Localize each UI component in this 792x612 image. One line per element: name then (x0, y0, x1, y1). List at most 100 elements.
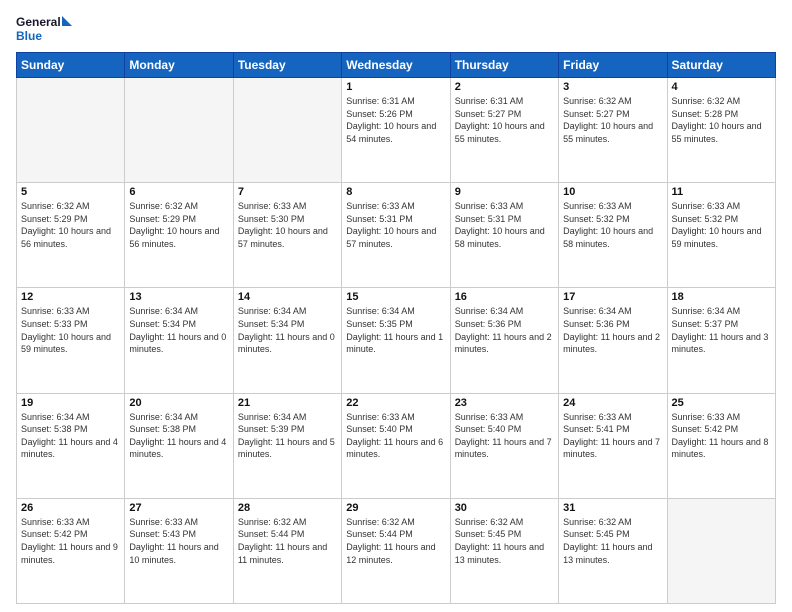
cell-date: 17 (563, 291, 662, 303)
cell-info: Sunrise: 6:33 AM Sunset: 5:32 PM Dayligh… (563, 200, 662, 250)
calendar-cell: 21Sunrise: 6:34 AM Sunset: 5:39 PM Dayli… (233, 393, 341, 498)
cell-date: 22 (346, 397, 445, 409)
calendar-cell (233, 78, 341, 183)
calendar-cell: 4 Sunrise: 6:32 AM Sunset: 5:28 PM Daylig… (667, 78, 775, 183)
cell-date: 4 (672, 81, 771, 93)
calendar-cell: 19 Sunrise: 6:34 AM Sunset: 5:38 PM Dayli… (17, 393, 125, 498)
cell-date: 11 (672, 186, 771, 198)
calendar-cell: 7Sunrise: 6:33 AM Sunset: 5:30 PM Daylig… (233, 183, 341, 288)
calendar-cell: 30 Sunrise: 6:32 AM Sunset: 5:45 PM Dayli… (450, 498, 558, 603)
cell-info: Sunrise: 6:33 AM Sunset: 5:32 PM Dayligh… (672, 200, 771, 250)
day-header-thursday: Thursday (450, 53, 558, 78)
week-row-2: 5 Sunrise: 6:32 AM Sunset: 5:29 PM Daylig… (17, 183, 776, 288)
calendar-cell: 13 Sunrise: 6:34 AM Sunset: 5:34 PM Dayli… (125, 288, 233, 393)
logo-svg: GeneralBlue (16, 12, 76, 46)
cell-info: Sunrise: 6:32 AM Sunset: 5:27 PM Dayligh… (563, 95, 662, 145)
cell-date: 14 (238, 291, 337, 303)
calendar-cell (17, 78, 125, 183)
logo: GeneralBlue (16, 12, 76, 46)
cell-date: 7 (238, 186, 337, 198)
cell-date: 1 (346, 81, 445, 93)
cell-date: 18 (672, 291, 771, 303)
cell-date: 31 (563, 502, 662, 514)
cell-date: 13 (129, 291, 228, 303)
cell-info: Sunrise: 6:34 AM Sunset: 5:38 PM Dayligh… (21, 411, 120, 461)
calendar-cell: 9 Sunrise: 6:33 AM Sunset: 5:31 PM Daylig… (450, 183, 558, 288)
calendar-cell: 18Sunrise: 6:34 AM Sunset: 5:37 PM Dayli… (667, 288, 775, 393)
cell-date: 26 (21, 502, 120, 514)
cell-info: Sunrise: 6:32 AM Sunset: 5:45 PM Dayligh… (455, 516, 554, 566)
cell-date: 2 (455, 81, 554, 93)
calendar-cell: 8 Sunrise: 6:33 AM Sunset: 5:31 PM Daylig… (342, 183, 450, 288)
day-header-sunday: Sunday (17, 53, 125, 78)
day-header-saturday: Saturday (667, 53, 775, 78)
week-row-1: 1 Sunrise: 6:31 AM Sunset: 5:26 PM Daylig… (17, 78, 776, 183)
cell-info: Sunrise: 6:32 AM Sunset: 5:44 PM Dayligh… (238, 516, 337, 566)
day-header-friday: Friday (559, 53, 667, 78)
calendar-cell: 12 Sunrise: 6:33 AM Sunset: 5:33 PM Dayli… (17, 288, 125, 393)
calendar-cell: 24Sunrise: 6:33 AM Sunset: 5:41 PM Dayli… (559, 393, 667, 498)
cell-info: Sunrise: 6:34 AM Sunset: 5:39 PM Dayligh… (238, 411, 337, 461)
calendar-cell: 22Sunrise: 6:33 AM Sunset: 5:40 PM Dayli… (342, 393, 450, 498)
cell-info: Sunrise: 6:31 AM Sunset: 5:27 PM Dayligh… (455, 95, 554, 145)
cell-info: Sunrise: 6:33 AM Sunset: 5:31 PM Dayligh… (346, 200, 445, 250)
cell-info: Sunrise: 6:33 AM Sunset: 5:40 PM Dayligh… (455, 411, 554, 461)
calendar-cell: 26 Sunrise: 6:33 AM Sunset: 5:42 PM Dayli… (17, 498, 125, 603)
header: GeneralBlue (16, 12, 776, 46)
cell-date: 29 (346, 502, 445, 514)
calendar-cell: 27 Sunrise: 6:33 AM Sunset: 5:43 PM Dayli… (125, 498, 233, 603)
cell-date: 23 (455, 397, 554, 409)
cell-date: 3 (563, 81, 662, 93)
cell-info: Sunrise: 6:34 AM Sunset: 5:38 PM Dayligh… (129, 411, 228, 461)
calendar-cell: 28 Sunrise: 6:32 AM Sunset: 5:44 PM Dayli… (233, 498, 341, 603)
week-row-4: 19 Sunrise: 6:34 AM Sunset: 5:38 PM Dayli… (17, 393, 776, 498)
cell-date: 15 (346, 291, 445, 303)
cell-info: Sunrise: 6:33 AM Sunset: 5:42 PM Dayligh… (21, 516, 120, 566)
svg-text:Blue: Blue (16, 29, 42, 43)
calendar-cell: 10 Sunrise: 6:33 AM Sunset: 5:32 PM Dayli… (559, 183, 667, 288)
cell-date: 6 (129, 186, 228, 198)
svg-text:General: General (16, 15, 61, 29)
cell-info: Sunrise: 6:32 AM Sunset: 5:44 PM Dayligh… (346, 516, 445, 566)
cell-info: Sunrise: 6:32 AM Sunset: 5:29 PM Dayligh… (21, 200, 120, 250)
calendar-cell (125, 78, 233, 183)
calendar-cell: 29 Sunrise: 6:32 AM Sunset: 5:44 PM Dayli… (342, 498, 450, 603)
calendar-cell: 1 Sunrise: 6:31 AM Sunset: 5:26 PM Daylig… (342, 78, 450, 183)
cell-info: Sunrise: 6:33 AM Sunset: 5:31 PM Dayligh… (455, 200, 554, 250)
calendar-cell: 2 Sunrise: 6:31 AM Sunset: 5:27 PM Daylig… (450, 78, 558, 183)
cell-date: 19 (21, 397, 120, 409)
calendar-cell: 17Sunrise: 6:34 AM Sunset: 5:36 PM Dayli… (559, 288, 667, 393)
cell-date: 10 (563, 186, 662, 198)
week-row-5: 26 Sunrise: 6:33 AM Sunset: 5:42 PM Dayli… (17, 498, 776, 603)
cell-info: Sunrise: 6:34 AM Sunset: 5:35 PM Dayligh… (346, 305, 445, 355)
calendar-cell: 15 Sunrise: 6:34 AM Sunset: 5:35 PM Dayli… (342, 288, 450, 393)
cell-date: 25 (672, 397, 771, 409)
calendar-cell: 31 Sunrise: 6:32 AM Sunset: 5:45 PM Dayli… (559, 498, 667, 603)
calendar-cell: 25Sunrise: 6:33 AM Sunset: 5:42 PM Dayli… (667, 393, 775, 498)
cell-date: 12 (21, 291, 120, 303)
cell-date: 20 (129, 397, 228, 409)
calendar-cell: 16 Sunrise: 6:34 AM Sunset: 5:36 PM Dayli… (450, 288, 558, 393)
cell-info: Sunrise: 6:33 AM Sunset: 5:41 PM Dayligh… (563, 411, 662, 461)
cell-info: Sunrise: 6:34 AM Sunset: 5:34 PM Dayligh… (129, 305, 228, 355)
calendar-table: SundayMondayTuesdayWednesdayThursdayFrid… (16, 52, 776, 604)
cell-date: 5 (21, 186, 120, 198)
cell-info: Sunrise: 6:33 AM Sunset: 5:33 PM Dayligh… (21, 305, 120, 355)
cell-date: 28 (238, 502, 337, 514)
cell-info: Sunrise: 6:33 AM Sunset: 5:43 PM Dayligh… (129, 516, 228, 566)
cell-info: Sunrise: 6:34 AM Sunset: 5:34 PM Dayligh… (238, 305, 337, 355)
calendar-cell: 5 Sunrise: 6:32 AM Sunset: 5:29 PM Daylig… (17, 183, 125, 288)
cell-date: 16 (455, 291, 554, 303)
cell-info: Sunrise: 6:32 AM Sunset: 5:45 PM Dayligh… (563, 516, 662, 566)
cell-info: Sunrise: 6:34 AM Sunset: 5:36 PM Dayligh… (455, 305, 554, 355)
calendar-cell: 20 Sunrise: 6:34 AM Sunset: 5:38 PM Dayli… (125, 393, 233, 498)
cell-date: 30 (455, 502, 554, 514)
cell-info: Sunrise: 6:32 AM Sunset: 5:28 PM Dayligh… (672, 95, 771, 145)
calendar-cell (667, 498, 775, 603)
cell-date: 9 (455, 186, 554, 198)
cell-date: 27 (129, 502, 228, 514)
cell-date: 8 (346, 186, 445, 198)
cell-info: Sunrise: 6:31 AM Sunset: 5:26 PM Dayligh… (346, 95, 445, 145)
header-row: SundayMondayTuesdayWednesdayThursdayFrid… (17, 53, 776, 78)
day-header-wednesday: Wednesday (342, 53, 450, 78)
